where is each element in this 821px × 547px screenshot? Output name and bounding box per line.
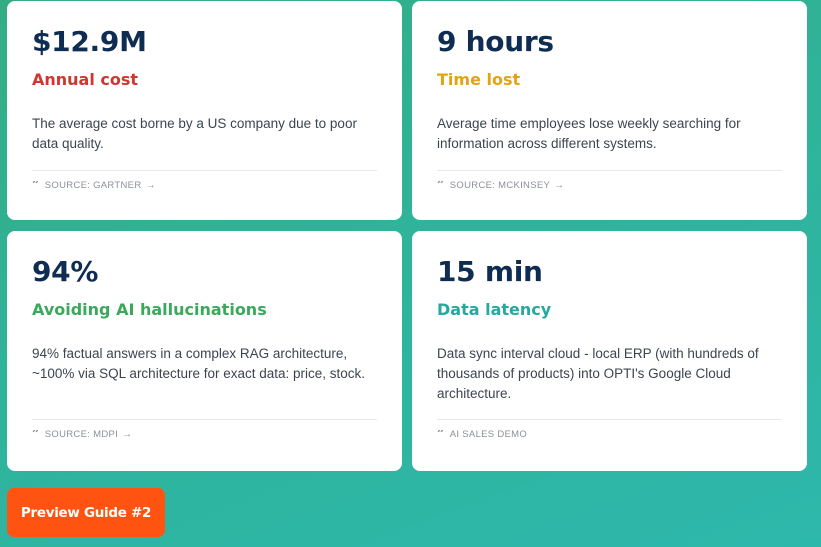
source-link[interactable]: ” SOURCE: MCKINSEY → [437, 180, 564, 191]
stat-description: Average time employees lose weekly searc… [437, 116, 741, 151]
source-label: SOURCE: MDPI [44, 429, 119, 440]
stat-card-annual-cost: $12.9M Annual cost The average cost born… [7, 1, 402, 220]
stat-card-data-latency: 15 min Data latency Data sync interval c… [412, 231, 807, 471]
stat-title: Avoiding AI hallucinations [32, 300, 267, 319]
stat-value: 94% [32, 255, 99, 288]
source-note: ” AI SALES DEMO [437, 429, 527, 440]
stat-value: 9 hours [437, 25, 554, 58]
source-label: AI SALES DEMO [449, 429, 528, 440]
external-link-icon: → [145, 180, 156, 191]
card-divider [437, 170, 782, 171]
quote-icon: ” [32, 181, 40, 190]
preview-guide-button[interactable]: Preview Guide #2 [7, 488, 165, 537]
external-link-icon: → [554, 180, 565, 191]
stat-title: Annual cost [32, 70, 139, 89]
card-divider [32, 419, 377, 420]
source-link[interactable]: ” SOURCE: MDPI → [32, 429, 132, 440]
stat-value: $12.9M [32, 25, 147, 58]
source-link[interactable]: ” SOURCE: GARTNER → [32, 180, 156, 191]
card-divider [437, 419, 782, 420]
stat-title: Time lost [437, 70, 521, 89]
quote-icon: ” [32, 430, 40, 439]
stat-card-ai-hallucinations: 94% Avoiding AI hallucinations 94% factu… [7, 231, 402, 471]
quote-icon: ” [437, 430, 445, 439]
source-label: SOURCE: GARTNER [44, 180, 142, 191]
stat-value: 15 min [437, 255, 543, 288]
stat-description: Data sync interval cloud - local ERP (wi… [437, 346, 759, 401]
source-label: SOURCE: MCKINSEY [449, 180, 551, 191]
card-divider [32, 170, 377, 171]
stat-card-time-lost: 9 hours Time lost Average time employees… [412, 1, 807, 220]
stat-description: The average cost borne by a US company d… [32, 116, 357, 151]
quote-icon: ” [437, 181, 445, 190]
stat-title: Data latency [437, 300, 552, 319]
external-link-icon: → [122, 429, 133, 440]
stat-description: 94% factual answers in a complex RAG arc… [32, 346, 366, 381]
